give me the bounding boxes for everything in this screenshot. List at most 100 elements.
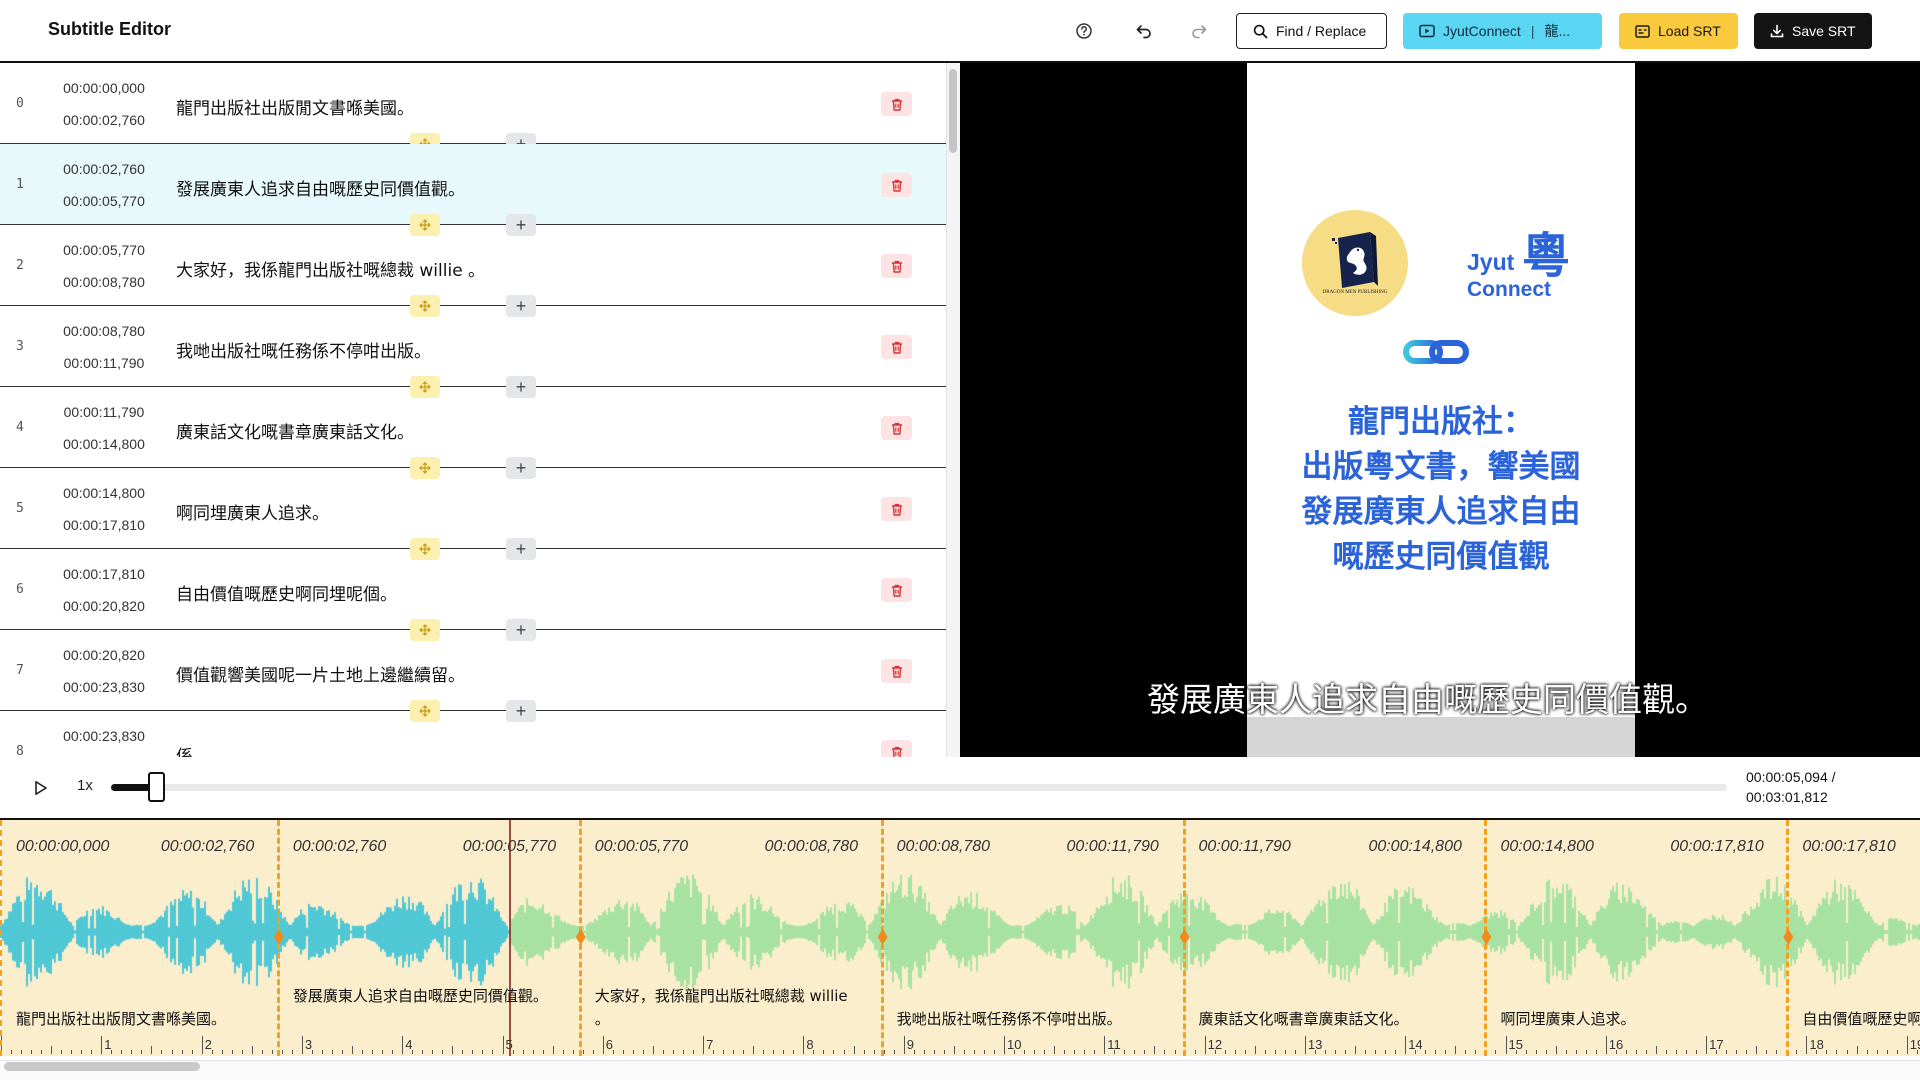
ruler-label: 11 xyxy=(1107,1037,1121,1052)
row-end-time[interactable]: 00:00:23,830 xyxy=(52,679,156,695)
row-start-time[interactable]: 00:00:17,810 xyxy=(52,566,156,582)
subtitle-row[interactable]: 0 00:00:00,000 00:00:02,760 龍門出版社出版閒文書喺美… xyxy=(0,63,946,144)
ruler-label: 12 xyxy=(1207,1037,1223,1052)
row-start-time[interactable]: 00:00:20,820 xyxy=(52,647,156,663)
redo-icon[interactable] xyxy=(1185,17,1213,45)
row-start-time[interactable]: 00:00:00,000 xyxy=(52,80,156,96)
ruler-tick xyxy=(1796,1050,1798,1054)
row-index: 6 xyxy=(16,582,24,597)
delete-row-button[interactable] xyxy=(881,497,912,521)
subtitle-row[interactable]: 3 00:00:08,780 00:00:11,790 我哋出版社嘅任務係不停咁… xyxy=(0,306,946,387)
seek-handle[interactable] xyxy=(148,772,166,802)
find-replace-label: Find / Replace xyxy=(1276,23,1367,39)
ruler-tick xyxy=(191,1050,193,1054)
subtitle-row[interactable]: 4 00:00:11,790 00:00:14,800 廣東話文化嘅書章廣東話文… xyxy=(0,387,946,468)
brand-jyut-text: Jyut xyxy=(1467,249,1515,275)
subtitle-row[interactable]: 1 00:00:02,760 00:00:05,770 發展廣東人追求自由嘅歷史… xyxy=(0,144,946,225)
region-end-time: 00:00:08,780 xyxy=(764,838,859,855)
row-text[interactable]: 啊同埋廣東人追求。 xyxy=(176,499,329,524)
ruler-tick xyxy=(11,1050,13,1054)
playback-bar: 1x 00:00:05,094 / 00:03:01,812 xyxy=(0,757,1920,820)
region-text[interactable]: 龍門出版社出版閒文書喺美國。 xyxy=(16,1008,263,1031)
row-end-time[interactable]: 00:00:17,810 xyxy=(52,517,156,533)
ruler-tick xyxy=(1254,1046,1256,1054)
row-end-time[interactable]: 00:00:02,760 xyxy=(52,112,156,128)
waveform-timeline[interactable]: 12345678910111213141516171819 00:00:00,0… xyxy=(0,820,1920,1060)
region-boundary-handle[interactable] xyxy=(0,820,2,1056)
region-text[interactable]: 啊同埋廣東人追求。 xyxy=(1500,1008,1772,1031)
row-start-time[interactable]: 00:00:14,800 xyxy=(52,485,156,501)
playback-speed[interactable]: 1x xyxy=(77,777,93,794)
list-scrollbar-track[interactable] xyxy=(946,63,960,757)
ruler-tick xyxy=(1756,1046,1758,1054)
row-end-time[interactable]: 00:00:11,790 xyxy=(52,355,156,371)
subtitle-row[interactable]: 2 00:00:05,770 00:00:08,780 大家好，我係龍門出版社嘅… xyxy=(0,225,946,306)
subtitle-row[interactable]: 6 00:00:17,810 00:00:20,820 自由價值嘅歷史啊同埋呢個… xyxy=(0,549,946,630)
region-text[interactable]: 自由價值嘅歷史啊同埋呢個。 xyxy=(1802,1008,1920,1031)
subtitle-row[interactable]: 7 00:00:20,820 00:00:23,830 價值觀響美國呢一片土地上… xyxy=(0,630,946,711)
row-end-time[interactable]: 00:00:08,780 xyxy=(52,274,156,290)
ruler-tick xyxy=(1455,1046,1457,1054)
row-text[interactable]: 自由價值嘅歷史啊同埋呢個。 xyxy=(176,580,397,605)
row-start-time[interactable]: 00:00:08,780 xyxy=(52,323,156,339)
delete-row-button[interactable] xyxy=(881,416,912,440)
region-text[interactable]: 大家好，我係龍門出版社嘅總裁 willie 。 xyxy=(595,985,867,1031)
region-text[interactable]: 廣東話文化嘅書章廣東話文化。 xyxy=(1199,1008,1471,1031)
row-text[interactable]: 價值觀響美國呢一片土地上邊繼續留。 xyxy=(176,661,465,686)
row-end-time[interactable]: 00:00:05,770 xyxy=(52,193,156,209)
help-circle-icon[interactable] xyxy=(1070,17,1098,45)
ruler-tick xyxy=(1585,1050,1587,1054)
row-text[interactable]: 係。 xyxy=(176,742,210,757)
row-text[interactable]: 龍門出版社出版閒文書喺美國。 xyxy=(176,94,414,119)
row-start-time[interactable]: 00:00:02,760 xyxy=(52,161,156,177)
row-index: 4 xyxy=(16,420,24,435)
ruler-label: 2 xyxy=(204,1037,212,1052)
ruler-tick xyxy=(1706,1036,1708,1054)
region-end-time: 00:00:17,810 xyxy=(1670,838,1764,855)
ruler-tick xyxy=(1094,1050,1096,1054)
save-srt-button[interactable]: Save SRT xyxy=(1754,13,1872,49)
row-end-time[interactable]: 00:00:14,800 xyxy=(52,436,156,452)
delete-row-button[interactable] xyxy=(881,659,912,683)
seek-track[interactable] xyxy=(111,784,1727,791)
row-end-time[interactable]: 00:00:20,820 xyxy=(52,598,156,614)
row-text[interactable]: 我哋出版社嘅任務係不停咁出版。 xyxy=(176,337,431,362)
ruler-tick xyxy=(1686,1050,1688,1054)
ruler-tick xyxy=(392,1050,394,1054)
timeline-scrollbar-track[interactable] xyxy=(0,1060,1920,1080)
row-text[interactable]: 發展廣東人追求自由嘅歷史同價值觀。 xyxy=(176,175,465,200)
find-replace-button[interactable]: Find / Replace xyxy=(1236,13,1387,49)
delete-row-button[interactable] xyxy=(881,173,912,197)
ruler-tick xyxy=(331,1050,333,1054)
jyutconnect-button[interactable]: JyutConnect | 龍... xyxy=(1403,13,1602,49)
row-start-time[interactable]: 00:00:23,830 xyxy=(52,728,156,744)
timeline-scrollbar-thumb[interactable] xyxy=(4,1062,200,1071)
undo-icon[interactable] xyxy=(1130,17,1158,45)
play-button[interactable] xyxy=(30,777,52,799)
ruler-tick xyxy=(1375,1050,1377,1054)
subtitle-row[interactable]: 8 00:00:23,830 係。 xyxy=(0,711,946,757)
load-srt-button[interactable]: Load SRT xyxy=(1619,13,1738,49)
delete-row-button[interactable] xyxy=(881,578,912,602)
video-player[interactable]: DRAGON MEN PUBLISHING Jyut 粵 Connect 龍門出… xyxy=(960,63,1920,757)
ruler-tick xyxy=(71,1050,73,1054)
ruler-tick xyxy=(1064,1050,1066,1054)
delete-row-button[interactable] xyxy=(881,92,912,116)
row-text[interactable]: 廣東話文化嘅書章廣東話文化。 xyxy=(176,418,414,443)
delete-row-button[interactable] xyxy=(881,740,912,757)
delete-row-button[interactable] xyxy=(881,254,912,278)
ruler-label: 9 xyxy=(906,1037,914,1052)
region-text[interactable]: 我哋出版社嘅任務係不停咁出版。 xyxy=(897,1008,1169,1031)
subtitle-row[interactable]: 5 00:00:14,800 00:00:17,810 啊同埋廣東人追求。 xyxy=(0,468,946,549)
row-start-time[interactable]: 00:00:05,770 xyxy=(52,242,156,258)
ruler-tick xyxy=(1736,1050,1738,1054)
ruler-tick xyxy=(181,1050,183,1054)
row-text[interactable]: 大家好，我係龍門出版社嘅總裁 willie 。 xyxy=(176,256,485,281)
row-start-time[interactable]: 00:00:11,790 xyxy=(52,404,156,420)
headline-line: 嘅歷史同價值觀 xyxy=(1332,539,1550,575)
dragon-book-icon xyxy=(1332,232,1378,288)
load-srt-label: Load SRT xyxy=(1658,23,1721,39)
delete-row-button[interactable] xyxy=(881,335,912,359)
region-text[interactable]: 發展廣東人追求自由嘅歷史同價值觀。 xyxy=(293,985,565,1008)
list-scrollbar-thumb[interactable] xyxy=(949,69,957,153)
